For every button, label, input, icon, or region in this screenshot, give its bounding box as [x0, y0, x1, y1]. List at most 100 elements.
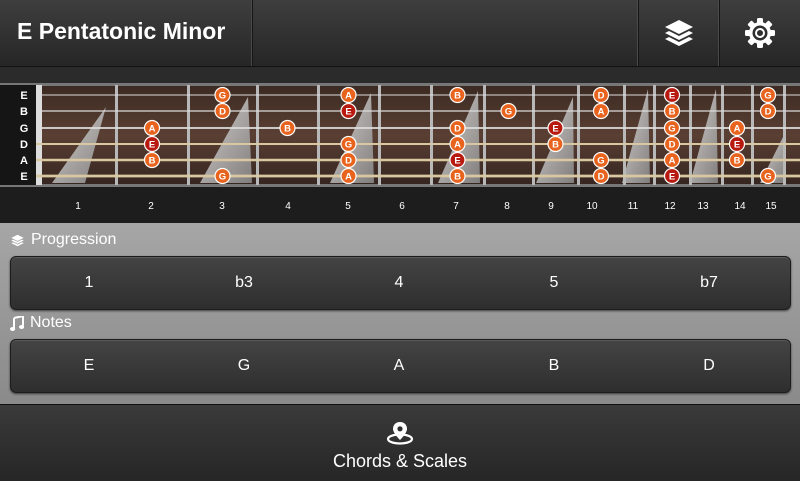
note-marker[interactable]: A — [592, 102, 610, 120]
note-marker-label: G — [597, 156, 604, 167]
toolbar-spacer — [253, 0, 639, 66]
fret-wire — [751, 85, 754, 185]
progression-item[interactable]: 1 — [39, 257, 139, 309]
fret-wire — [483, 85, 486, 185]
progression-item[interactable]: 4 — [349, 257, 449, 309]
note-marker[interactable]: D — [759, 102, 777, 120]
note-marker[interactable]: G — [214, 167, 231, 185]
note-marker[interactable]: G — [500, 102, 517, 120]
note-marker-label: E — [149, 140, 155, 151]
note-item[interactable]: D — [659, 340, 759, 392]
note-marker-label: E — [552, 124, 558, 135]
note-marker[interactable]: G — [592, 151, 610, 169]
fret-wire — [430, 85, 433, 185]
note-marker-label: G — [764, 172, 771, 183]
note-marker-label: D — [454, 124, 461, 135]
fret-wire — [577, 85, 580, 185]
note-marker-label: D — [598, 91, 605, 102]
fret-wire — [783, 85, 786, 185]
notes-header: Notes — [10, 314, 72, 332]
note-marker-label: B — [284, 124, 291, 135]
note-marker[interactable]: A — [728, 119, 746, 137]
note-marker[interactable]: B — [449, 167, 466, 185]
progression-label: Progression — [31, 231, 117, 248]
note-item[interactable]: B — [504, 340, 604, 392]
layers-icon — [11, 234, 24, 246]
fret-number-label: 8 — [504, 201, 510, 212]
root-note-marker[interactable]: E — [728, 135, 746, 153]
note-item[interactable]: E — [39, 340, 139, 392]
fret-number-label: 13 — [697, 201, 709, 212]
root-note-marker[interactable]: E — [663, 86, 681, 104]
note-marker[interactable]: G — [214, 86, 231, 104]
fret-number-label: 15 — [765, 201, 777, 212]
note-marker[interactable]: A — [663, 151, 681, 169]
note-marker-label: A — [345, 172, 352, 183]
note-marker[interactable]: D — [449, 119, 466, 137]
note-marker-label: G — [219, 91, 226, 102]
note-marker[interactable]: A — [143, 119, 161, 137]
fretboard[interactable]: E B G D A E 1 2 3 4 5 6 7 8 9 10 11 12 13 14 15 G A B D E G D E G A B D A… — [0, 67, 800, 223]
root-note-marker[interactable]: E — [547, 119, 564, 137]
note-marker[interactable]: B — [279, 119, 296, 137]
note-marker-label: B — [454, 172, 461, 183]
fret-number-label: 6 — [399, 201, 405, 212]
fret-number-label: 2 — [148, 201, 154, 212]
title-cell: E Pentatonic Minor — [0, 0, 253, 66]
note-marker[interactable]: D — [340, 151, 357, 169]
progression-item[interactable]: b7 — [659, 257, 759, 309]
note-marker[interactable]: B — [663, 102, 681, 120]
layers-button[interactable] — [639, 0, 720, 66]
note-marker[interactable]: D — [663, 135, 681, 153]
string-name-label: D — [20, 139, 28, 151]
note-marker[interactable]: A — [340, 86, 357, 104]
note-marker[interactable]: G — [663, 119, 681, 137]
root-note-marker[interactable]: E — [663, 167, 681, 185]
fret-wire — [689, 85, 692, 185]
note-marker-label: B — [734, 156, 741, 167]
note-marker[interactable]: B — [547, 135, 564, 153]
progression-item[interactable]: 5 — [504, 257, 604, 309]
note-marker-label: D — [598, 172, 605, 183]
note-marker-label: E — [734, 140, 740, 151]
note-marker[interactable]: A — [449, 135, 466, 153]
fretboard-diagram[interactable]: EBGDAE1 2 3 4 5 6 7 8 9 10 11 12 13 14 15G A B D E GD E G A B DA… — [0, 67, 800, 223]
note-marker-label: B — [454, 91, 461, 102]
note-marker-label: G — [764, 91, 771, 102]
string-name-label: A — [20, 155, 28, 167]
note-marker[interactable]: G — [759, 86, 777, 104]
chords-scales-button[interactable]: Chords & Scales — [0, 404, 800, 481]
root-note-marker[interactable]: E — [143, 135, 161, 153]
note-marker-label: B — [552, 140, 559, 151]
note-item[interactable]: A — [349, 340, 449, 392]
note-marker[interactable]: B — [728, 151, 746, 169]
note-marker[interactable]: D — [592, 86, 610, 104]
fret-wire — [115, 85, 118, 185]
progression-item[interactable]: b3 — [194, 257, 294, 309]
progression-row: 1 b3 4 5 b7 — [10, 256, 791, 310]
note-marker-label: G — [345, 140, 352, 151]
note-item[interactable]: G — [194, 340, 294, 392]
note-marker[interactable]: A — [340, 167, 357, 185]
gear-icon — [745, 18, 775, 48]
note-marker-label: E — [669, 172, 675, 183]
note-marker[interactable]: D — [214, 102, 231, 120]
note-marker[interactable]: G — [759, 167, 777, 185]
note-marker-label: G — [219, 172, 226, 183]
root-note-marker[interactable]: E — [449, 151, 466, 169]
chords-scales-label: Chords & Scales — [332, 451, 468, 471]
fret-wire — [317, 85, 320, 185]
note-marker[interactable]: B — [143, 151, 161, 169]
fret-wire — [653, 85, 656, 185]
note-marker[interactable]: B — [449, 86, 466, 104]
note-marker[interactable]: G — [340, 135, 357, 153]
note-marker-label: E — [345, 107, 351, 118]
settings-button[interactable] — [720, 0, 800, 66]
note-marker[interactable]: D — [592, 167, 610, 185]
note-marker-label: G — [668, 124, 675, 135]
note-marker-label: D — [669, 140, 676, 151]
fret-wire — [721, 85, 724, 185]
note-marker-label: D — [345, 156, 352, 167]
string-name-label: E — [20, 90, 27, 102]
root-note-marker[interactable]: E — [340, 102, 357, 120]
